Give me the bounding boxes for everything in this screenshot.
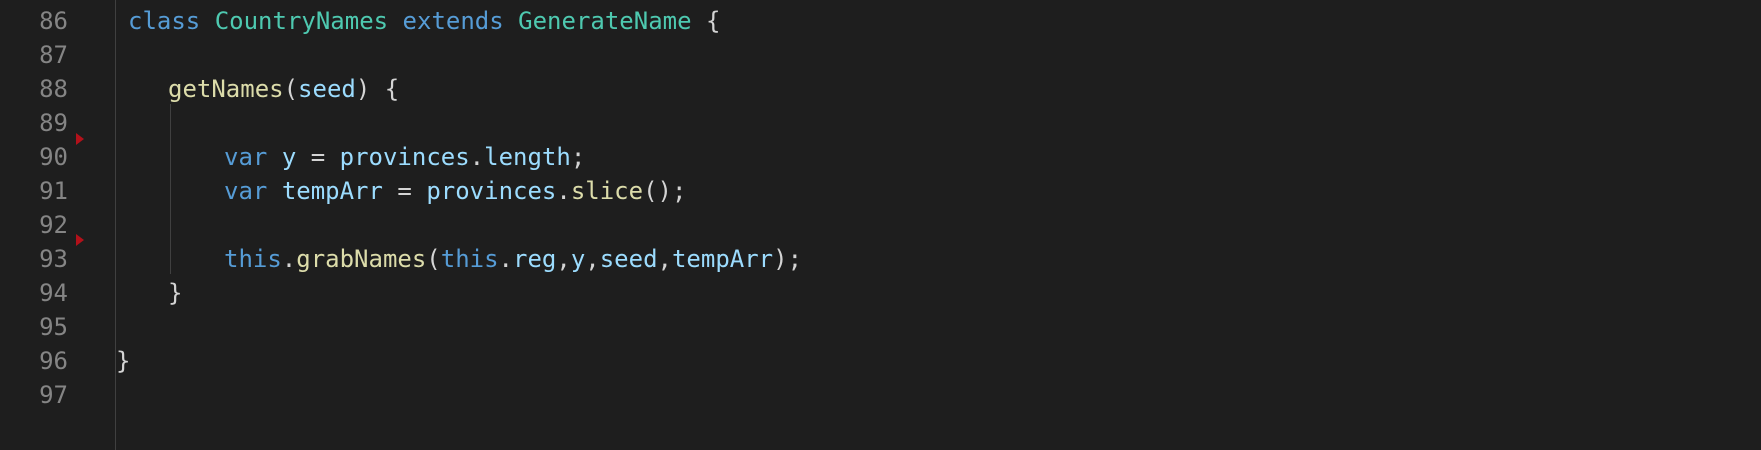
code-token-punctuation: ( — [283, 75, 299, 103]
line-number: 93 — [39, 245, 68, 273]
code-editor[interactable]: 86 class CountryNames extends GenerateNam… — [0, 0, 1761, 450]
code-token-function: slice — [570, 177, 644, 205]
line-number: 86 — [39, 7, 68, 35]
code-token-punctuation: , — [585, 245, 600, 273]
code-line[interactable]: } — [168, 274, 182, 312]
code-token-keyword: var — [224, 143, 268, 171]
line-number: 94 — [39, 279, 68, 307]
code-token-punctuation: , — [657, 245, 672, 273]
line-number: 95 — [39, 313, 68, 341]
code-token-punctuation: ); — [773, 245, 803, 273]
code-token-punctuation — [504, 7, 518, 35]
code-token-variable: provinces — [339, 143, 470, 171]
code-token-punctuation: } — [116, 347, 131, 375]
line-number: 97 — [39, 381, 68, 409]
code-token-punctuation: , — [556, 245, 571, 273]
code-token-variable: y — [570, 245, 586, 273]
code-token-function: grabNames — [296, 245, 427, 273]
code-token-variable: provinces — [426, 177, 557, 205]
line-number: 89 — [39, 109, 68, 137]
code-token-keyword: extends — [402, 7, 504, 35]
code-token-punctuation: { — [691, 7, 721, 35]
code-token-punctuation: = — [296, 143, 340, 171]
code-token-type: CountryNames — [214, 7, 389, 35]
code-token-punctuation: ( — [426, 245, 441, 273]
code-token-keyword: var — [224, 177, 268, 205]
code-token-punctuation — [388, 7, 402, 35]
folding-marker-icon[interactable] — [76, 234, 84, 246]
code-token-variable: length — [484, 143, 571, 171]
code-token-punctuation: } — [168, 279, 183, 307]
code-line[interactable]: getNames(seed) { — [168, 70, 399, 108]
code-token-variable: y — [281, 143, 297, 171]
line-number: 91 — [39, 177, 68, 205]
code-token-punctuation: = — [382, 177, 427, 205]
code-token-punctuation — [267, 177, 281, 205]
indent-guide — [170, 104, 171, 274]
folding-marker-icon[interactable] — [76, 133, 84, 145]
code-line[interactable]: } — [116, 342, 130, 380]
code-token-punctuation: (); — [643, 177, 687, 205]
code-token-punctuation — [267, 143, 281, 171]
code-token-variable: seed — [298, 75, 356, 103]
code-token-function: getNames — [168, 75, 284, 103]
code-token-variable: seed — [599, 245, 658, 273]
code-token-punctuation: . — [469, 143, 485, 171]
code-token-keyword: this — [440, 245, 499, 273]
line-number: 96 — [39, 347, 68, 375]
code-token-punctuation: . — [281, 245, 297, 273]
indent-guide — [115, 0, 116, 450]
code-line[interactable]: var tempArr = provinces.slice(); — [224, 172, 686, 210]
code-token-punctuation: ) { — [355, 75, 400, 103]
code-line[interactable]: var y = provinces.length; — [224, 138, 585, 176]
code-token-type: GenerateName — [518, 7, 692, 35]
code-token-punctuation: . — [498, 245, 513, 273]
line-number: 92 — [39, 211, 68, 239]
code-token-keyword: this — [224, 245, 282, 273]
line-number: 87 — [39, 41, 68, 69]
code-token-punctuation: ; — [570, 143, 586, 171]
code-token-variable: tempArr — [671, 245, 774, 273]
line-number: 88 — [39, 75, 68, 103]
code-line[interactable]: class CountryNames extends GenerateName … — [128, 2, 720, 40]
line-number: 90 — [39, 143, 68, 171]
code-token-variable: tempArr — [281, 177, 383, 205]
code-token-keyword: class — [128, 7, 201, 35]
code-token-punctuation — [200, 7, 214, 35]
code-token-variable: reg — [513, 245, 557, 273]
code-token-punctuation: . — [556, 177, 571, 205]
code-line[interactable]: this.grabNames(this.reg,y,seed,tempArr); — [224, 240, 802, 278]
